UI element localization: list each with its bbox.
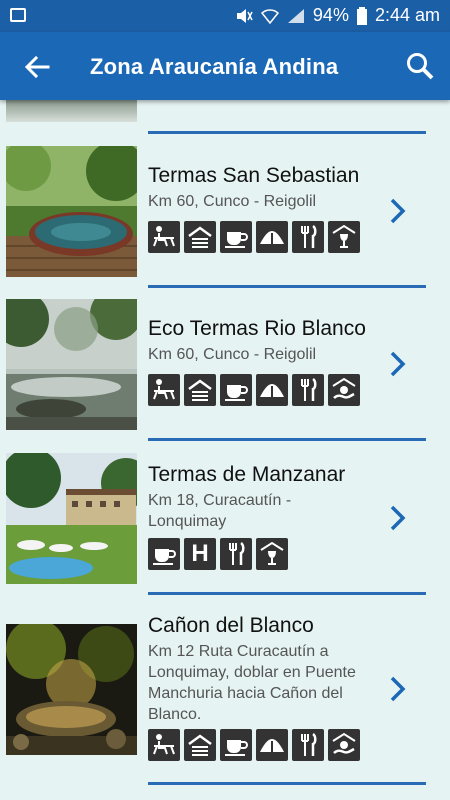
- chevron-right-icon[interactable]: [388, 504, 408, 532]
- camping-icon: [256, 221, 288, 253]
- page-title: Zona Araucanía Andina: [90, 54, 339, 79]
- amenity-icons: [148, 729, 360, 761]
- divider: [148, 782, 426, 785]
- chevron-right-icon[interactable]: [388, 350, 408, 378]
- item-name: Eco Termas Rio Blanco: [148, 317, 366, 340]
- coffee-icon: [220, 374, 252, 406]
- wine-icon: [328, 221, 360, 253]
- status-right: 94% 2:44 am: [235, 5, 440, 26]
- amenity-icons: [148, 221, 360, 253]
- wine-icon: [256, 538, 288, 570]
- wifi-icon: [260, 8, 279, 24]
- divider: [148, 131, 426, 134]
- coffee-icon: [148, 538, 180, 570]
- item-location: Km 60, Cunco - Reigolil: [148, 346, 317, 363]
- mute-icon: [236, 8, 253, 23]
- item-name: Cañon del Blanco: [148, 614, 314, 637]
- camping-icon: [256, 374, 288, 406]
- item-name: Termas San Sebastian: [148, 164, 360, 187]
- thumbnail: [6, 624, 137, 755]
- divider: [148, 592, 426, 595]
- cabin-icon: [184, 374, 216, 406]
- battery-percent: 94%: [312, 5, 349, 25]
- amenity-icons: [148, 374, 360, 406]
- coffee-icon: [220, 221, 252, 253]
- battery-icon: [356, 6, 367, 25]
- tourism-icon: [328, 374, 360, 406]
- cabin-icon: [184, 729, 216, 761]
- thumbnail: [6, 299, 137, 430]
- picnic-icon: [148, 374, 180, 406]
- item-location: Km 12 Ruta Curacautín a Lonquimay, dobla…: [148, 643, 356, 723]
- chevron-right-icon[interactable]: [388, 197, 408, 225]
- search-icon[interactable]: [404, 50, 436, 82]
- list-item[interactable]: Eco Termas Rio Blanco Km 60, Cunco - Rei…: [0, 299, 450, 430]
- item-location: Km 60, Cunco - Reigolil: [148, 193, 317, 210]
- picnic-icon: [148, 729, 180, 761]
- thumbnail: [6, 146, 137, 277]
- tourism-icon: [328, 729, 360, 761]
- clock: 2:44 am: [374, 5, 440, 25]
- cabin-icon: [184, 221, 216, 253]
- coffee-icon: [220, 729, 252, 761]
- restaurant-icon: [292, 374, 324, 406]
- camping-icon: [256, 729, 288, 761]
- picnic-icon: [148, 221, 180, 253]
- thumbnail-partial[interactable]: [6, 100, 137, 122]
- list-item[interactable]: Termas San Sebastian Km 60, Cunco - Reig…: [0, 146, 450, 277]
- thermal-list: Termas San Sebastian Km 60, Cunco - Reig…: [0, 100, 450, 800]
- divider: [148, 438, 426, 441]
- signal-icon: [287, 8, 304, 23]
- restaurant-icon: [292, 221, 324, 253]
- gallery-notification-icon: [10, 8, 26, 22]
- back-arrow-icon[interactable]: [22, 52, 52, 82]
- item-name: Termas de Manzanar: [148, 463, 346, 486]
- status-bar: 94% 2:44 am: [0, 0, 450, 32]
- hotel-icon: H: [184, 538, 216, 570]
- item-location: Km 18, Curacautín - Lonquimay: [148, 492, 292, 530]
- divider: [148, 285, 426, 288]
- list-item[interactable]: Termas de Manzanar Km 18, Curacautín - L…: [0, 453, 450, 584]
- thumbnail: [6, 453, 137, 584]
- restaurant-icon: [220, 538, 252, 570]
- list-item[interactable]: Cañon del Blanco Km 12 Ruta Curacautín a…: [0, 614, 450, 761]
- chevron-right-icon[interactable]: [388, 675, 408, 703]
- restaurant-icon: [292, 729, 324, 761]
- amenity-icons: H: [148, 538, 288, 570]
- app-bar: Zona Araucanía Andina: [0, 32, 450, 100]
